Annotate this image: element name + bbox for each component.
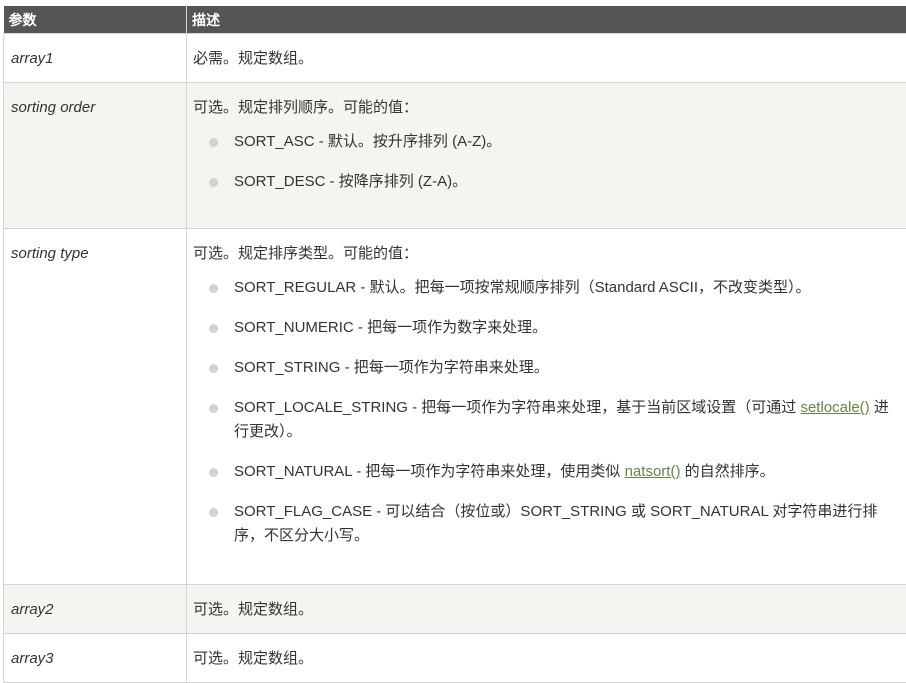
list-item-text: SORT_FLAG_CASE - 可以结合（按位或）SORT_STRING 或 …: [234, 503, 877, 544]
param-name: array3: [4, 634, 187, 683]
param-desc: 可选。规定排列顺序。可能的值： SORT_ASC - 默认。按升序排列 (A-Z…: [187, 83, 906, 229]
param-name: array1: [4, 34, 187, 83]
param-desc: 可选。规定数组。: [187, 585, 906, 634]
list-item-text: SORT_NUMERIC - 把每一项作为数字来处理。: [234, 319, 547, 336]
parameter-table: 参数 描述 array1 必需。规定数组。 sorting order 可选。规…: [3, 6, 906, 683]
param-desc: 必需。规定数组。: [187, 34, 906, 83]
bullet-icon: [209, 138, 218, 147]
desc-text: 可选。规定数组。: [193, 649, 900, 669]
param-name: array2: [4, 585, 187, 634]
header-param: 参数: [4, 6, 187, 34]
list-item-text: SORT_ASC - 默认。按升序排列 (A-Z)。: [234, 133, 501, 150]
desc-text: 可选。规定数组。: [193, 600, 900, 620]
list-item: SORT_FLAG_CASE - 可以结合（按位或）SORT_STRING 或 …: [193, 500, 900, 548]
list-item-text-before: SORT_LOCALE_STRING - 把每一项作为字符串来处理，基于当前区域…: [234, 399, 800, 416]
bullet-icon: [209, 508, 218, 517]
param-name: sorting type: [4, 229, 187, 585]
setlocale-link[interactable]: setlocale(): [800, 399, 869, 416]
list-item: SORT_DESC - 按降序排列 (Z-A)。: [193, 170, 900, 194]
list-item-text: SORT_DESC - 按降序排列 (Z-A)。: [234, 173, 467, 190]
list-item-text: SORT_STRING - 把每一项作为字符串来处理。: [234, 359, 549, 376]
list-item: SORT_STRING - 把每一项作为字符串来处理。: [193, 356, 900, 380]
list-item: SORT_ASC - 默认。按升序排列 (A-Z)。: [193, 130, 900, 154]
param-desc: 可选。规定排序类型。可能的值： SORT_REGULAR - 默认。把每一项按常…: [187, 229, 906, 585]
table-row: sorting type 可选。规定排序类型。可能的值： SORT_REGULA…: [4, 229, 906, 585]
list-item-text: SORT_NATURAL - 把每一项作为字符串来处理，使用类似 natsort…: [234, 463, 775, 480]
list-item-text: SORT_REGULAR - 默认。把每一项按常规顺序排列（Standard A…: [234, 279, 810, 296]
value-list: SORT_REGULAR - 默认。把每一项按常规顺序排列（Standard A…: [193, 276, 900, 548]
table-row: array3 可选。规定数组。: [4, 634, 906, 683]
value-list: SORT_ASC - 默认。按升序排列 (A-Z)。 SORT_DESC - 按…: [193, 130, 900, 194]
list-item: SORT_NUMERIC - 把每一项作为数字来处理。: [193, 316, 900, 340]
table-header-row: 参数 描述: [4, 6, 906, 34]
table-row: array1 必需。规定数组。: [4, 34, 906, 83]
desc-text: 必需。规定数组。: [193, 49, 900, 69]
desc-text: 可选。规定排序类型。可能的值：: [193, 244, 900, 264]
bullet-icon: [209, 404, 218, 413]
header-desc: 描述: [187, 6, 906, 34]
param-name: sorting order: [4, 83, 187, 229]
bullet-icon: [209, 178, 218, 187]
list-item-text-after: 的自然排序。: [680, 463, 774, 480]
list-item: SORT_REGULAR - 默认。把每一项按常规顺序排列（Standard A…: [193, 276, 900, 300]
table-row: array2 可选。规定数组。: [4, 585, 906, 634]
list-item: SORT_NATURAL - 把每一项作为字符串来处理，使用类似 natsort…: [193, 460, 900, 484]
table-row: sorting order 可选。规定排列顺序。可能的值： SORT_ASC -…: [4, 83, 906, 229]
bullet-icon: [209, 324, 218, 333]
bullet-icon: [209, 284, 218, 293]
desc-text: 可选。规定排列顺序。可能的值：: [193, 98, 900, 118]
bullet-icon: [209, 364, 218, 373]
natsort-link[interactable]: natsort(): [625, 463, 681, 480]
param-desc: 可选。规定数组。: [187, 634, 906, 683]
list-item-text: SORT_LOCALE_STRING - 把每一项作为字符串来处理，基于当前区域…: [234, 399, 889, 440]
list-item: SORT_LOCALE_STRING - 把每一项作为字符串来处理，基于当前区域…: [193, 396, 900, 444]
list-item-text-before: SORT_NATURAL - 把每一项作为字符串来处理，使用类似: [234, 463, 625, 480]
bullet-icon: [209, 468, 218, 477]
